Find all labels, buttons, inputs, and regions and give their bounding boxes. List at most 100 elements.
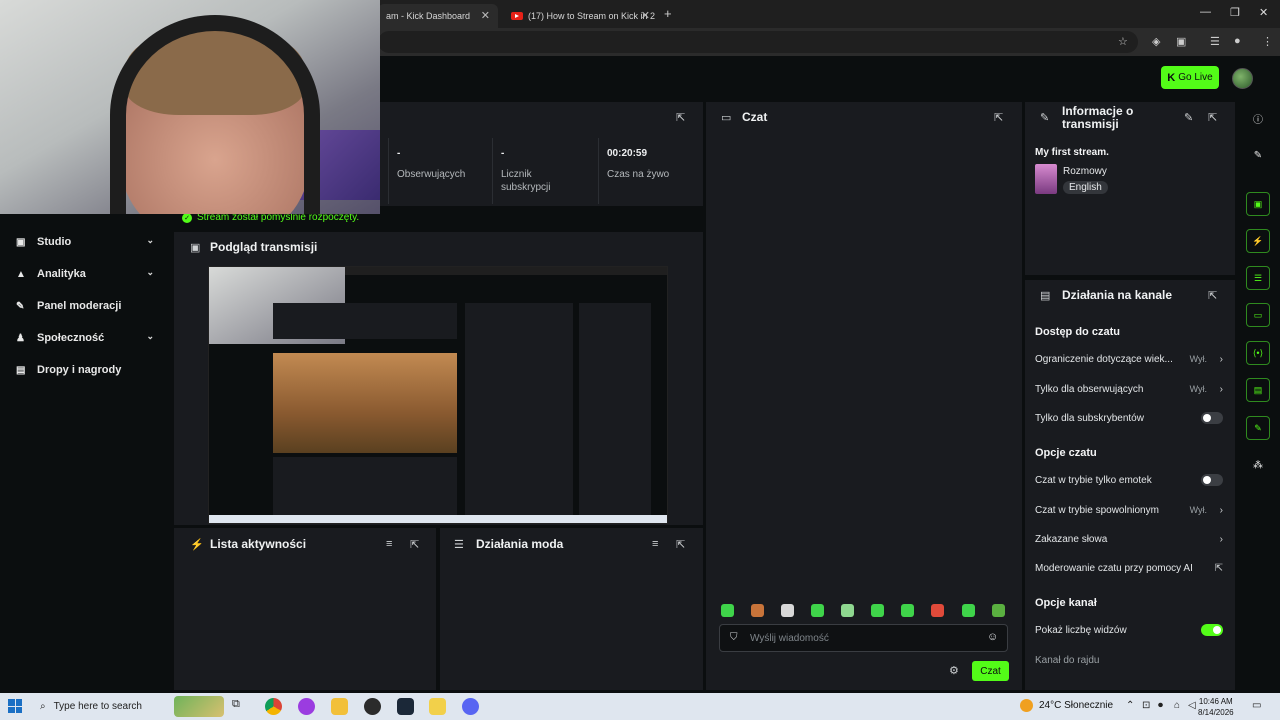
sidebar-item-community[interactable]: ♟ Społeczność ⌄ — [16, 328, 160, 348]
popout-icon[interactable]: ⇱ — [1208, 111, 1217, 124]
row-label: Tylko dla subskrybentów — [1035, 412, 1144, 424]
stat-value: 00:20:59 — [607, 148, 648, 159]
app-purple-icon[interactable] — [298, 698, 315, 715]
go-live-button[interactable]: K Go Live — [1161, 66, 1219, 89]
weather-text: 24°C Słonecznie — [1039, 700, 1114, 711]
filter-icon[interactable]: ≡ — [652, 538, 658, 550]
chat-icon: ▭ — [721, 112, 732, 124]
emote[interactable] — [992, 604, 1005, 617]
channel-icon: ▤ — [1040, 290, 1051, 302]
rail-stats-icon[interactable]: ▣ — [1246, 192, 1270, 216]
notification-icon[interactable]: ▭ — [1252, 700, 1261, 711]
show-viewers-toggle[interactable] — [1201, 624, 1223, 636]
emote[interactable] — [901, 604, 914, 617]
row-followers-only[interactable]: Tylko dla obserwujących Wył. › — [1035, 381, 1225, 397]
emote[interactable] — [841, 604, 854, 617]
shield-icon: ⛉ — [730, 632, 738, 643]
filter-icon[interactable]: ≡ — [386, 538, 392, 550]
chat-message-input[interactable]: ⛉ Wyślij wiadomość ☺ — [719, 624, 1008, 652]
row-slow-mode[interactable]: Czat w trybie spowolnionym Wył. › — [1035, 502, 1225, 518]
profile-icon[interactable]: ● — [1234, 35, 1241, 47]
app-yellow-icon[interactable] — [429, 698, 446, 715]
rail-chat-icon[interactable]: ▭ — [1246, 303, 1270, 327]
network-icon[interactable]: ⌂ — [1174, 700, 1180, 711]
gear-icon[interactable]: ⚙ — [949, 664, 959, 677]
popout-icon[interactable]: ⇱ — [1208, 289, 1217, 302]
row-label: Zakazane słowa — [1035, 533, 1108, 545]
puzzle-icon[interactable]: ▣ — [1176, 35, 1186, 48]
row-label: Pokaż liczbę widzów — [1035, 624, 1127, 636]
send-label: Czat — [980, 665, 1001, 677]
popout-icon[interactable]: ⇱ — [676, 111, 685, 124]
emote[interactable] — [751, 604, 764, 617]
edit-icon[interactable]: ✎ — [1184, 111, 1193, 124]
popout-icon[interactable]: ⇱ — [994, 111, 1003, 124]
browser-menu-icon[interactable]: ⋮ — [1262, 35, 1273, 48]
tray-chevron-icon[interactable]: ⌃ — [1126, 700, 1134, 711]
microphone-icon[interactable]: ⏺ — [1158, 700, 1163, 711]
emote[interactable] — [721, 604, 734, 617]
close-tab-icon[interactable]: ✕ — [641, 9, 650, 22]
restore-button[interactable]: ❐ — [1230, 6, 1240, 19]
tray-app-icon[interactable]: ⊡ — [1142, 700, 1150, 711]
url-field[interactable] — [378, 31, 1138, 53]
taskbar-clock[interactable]: 10:46 AM 8/14/2026 — [1198, 696, 1234, 718]
rail-lightning-icon[interactable]: ⚡ — [1246, 229, 1270, 253]
emote[interactable] — [781, 604, 794, 617]
taskbar-widget-image[interactable] — [174, 696, 224, 717]
sidebar-item-studio[interactable]: ▣ Studio ⌄ — [16, 232, 160, 252]
row-raid-channel[interactable]: Kanał do rajdu — [1035, 652, 1225, 668]
discord-icon[interactable] — [462, 698, 479, 715]
row-age-restriction[interactable]: Ograniczenie dotyczące wiek... Wył. › — [1035, 351, 1225, 367]
rail-broadcast-icon[interactable]: ⟨•⟩ — [1246, 341, 1270, 365]
subscribers-only-toggle[interactable] — [1201, 412, 1223, 424]
windows-start-icon[interactable] — [8, 699, 22, 713]
obs-icon[interactable] — [364, 698, 381, 715]
chat-send-button[interactable]: Czat — [972, 661, 1009, 681]
rail-wrench-icon[interactable]: ✎ — [1246, 416, 1270, 440]
sidebar-item-analytics[interactable]: ▲ Analityka ⌄ — [16, 264, 160, 284]
close-tab-icon[interactable]: ✕ — [481, 9, 490, 22]
row-banned-words[interactable]: Zakazane słowa › — [1035, 531, 1225, 547]
minimize-button[interactable]: — — [1200, 6, 1211, 18]
bookmark-star-icon[interactable]: ☆ — [1118, 35, 1128, 48]
popout-icon[interactable]: ⇱ — [676, 538, 685, 551]
row-value: Wył. — [1189, 505, 1207, 515]
emote[interactable] — [931, 604, 944, 617]
stream-title: My first stream. — [1035, 147, 1109, 158]
file-explorer-icon[interactable] — [331, 698, 348, 715]
media-icon[interactable]: ☰ — [1210, 35, 1220, 48]
emote[interactable] — [871, 604, 884, 617]
close-window-button[interactable]: ✕ — [1259, 6, 1268, 19]
wrench-icon: ✎ — [1040, 112, 1050, 124]
emoji-icon[interactable]: ☺ — [987, 631, 998, 643]
lightning-icon: ⚡ — [190, 539, 204, 551]
rail-channel-icon[interactable]: ▤ — [1246, 378, 1270, 402]
row-ai-moderation[interactable]: Moderowanie czatu przy pomocy AI ⇱ — [1035, 560, 1225, 576]
emote[interactable] — [811, 604, 824, 617]
user-avatar[interactable] — [1232, 68, 1253, 89]
sidebar-item-drops[interactable]: ▤ Dropy i nagrody — [16, 360, 160, 380]
extension-icon[interactable]: ◈ — [1152, 35, 1160, 48]
preview-icon: ▣ — [190, 242, 201, 254]
info-icon[interactable]: ⓘ — [1250, 110, 1266, 126]
row-label: Tylko dla obserwujących — [1035, 383, 1144, 395]
sidebar-item-moderation[interactable]: ✎ Panel moderacji — [16, 296, 160, 316]
popout-icon[interactable]: ⇱ — [410, 538, 419, 551]
edit-icon[interactable]: ✎ — [1250, 147, 1266, 163]
preview-stats — [273, 303, 457, 339]
chrome-icon[interactable] — [265, 698, 282, 715]
task-view-icon[interactable]: ⧉ — [232, 698, 249, 715]
new-tab-button[interactable]: + — [664, 6, 672, 21]
volume-icon[interactable]: ◁ — [1188, 700, 1196, 711]
steam-icon[interactable] — [397, 698, 414, 715]
gift-icon: ▤ — [16, 364, 26, 376]
tab-kick-dashboard[interactable]: am - Kick Dashboard ✕ — [378, 4, 498, 28]
rail-list-icon[interactable]: ☰ — [1246, 266, 1270, 290]
tab-youtube[interactable]: (17) How to Stream on Kick in 2 ✕ — [503, 4, 658, 28]
rail-more-icon[interactable]: ⁂ — [1250, 457, 1266, 473]
emote[interactable] — [962, 604, 975, 617]
stream-preview-video[interactable] — [208, 266, 668, 524]
weather-widget[interactable]: 24°C Słonecznie — [1020, 699, 1113, 712]
emote-only-toggle[interactable] — [1201, 474, 1223, 486]
